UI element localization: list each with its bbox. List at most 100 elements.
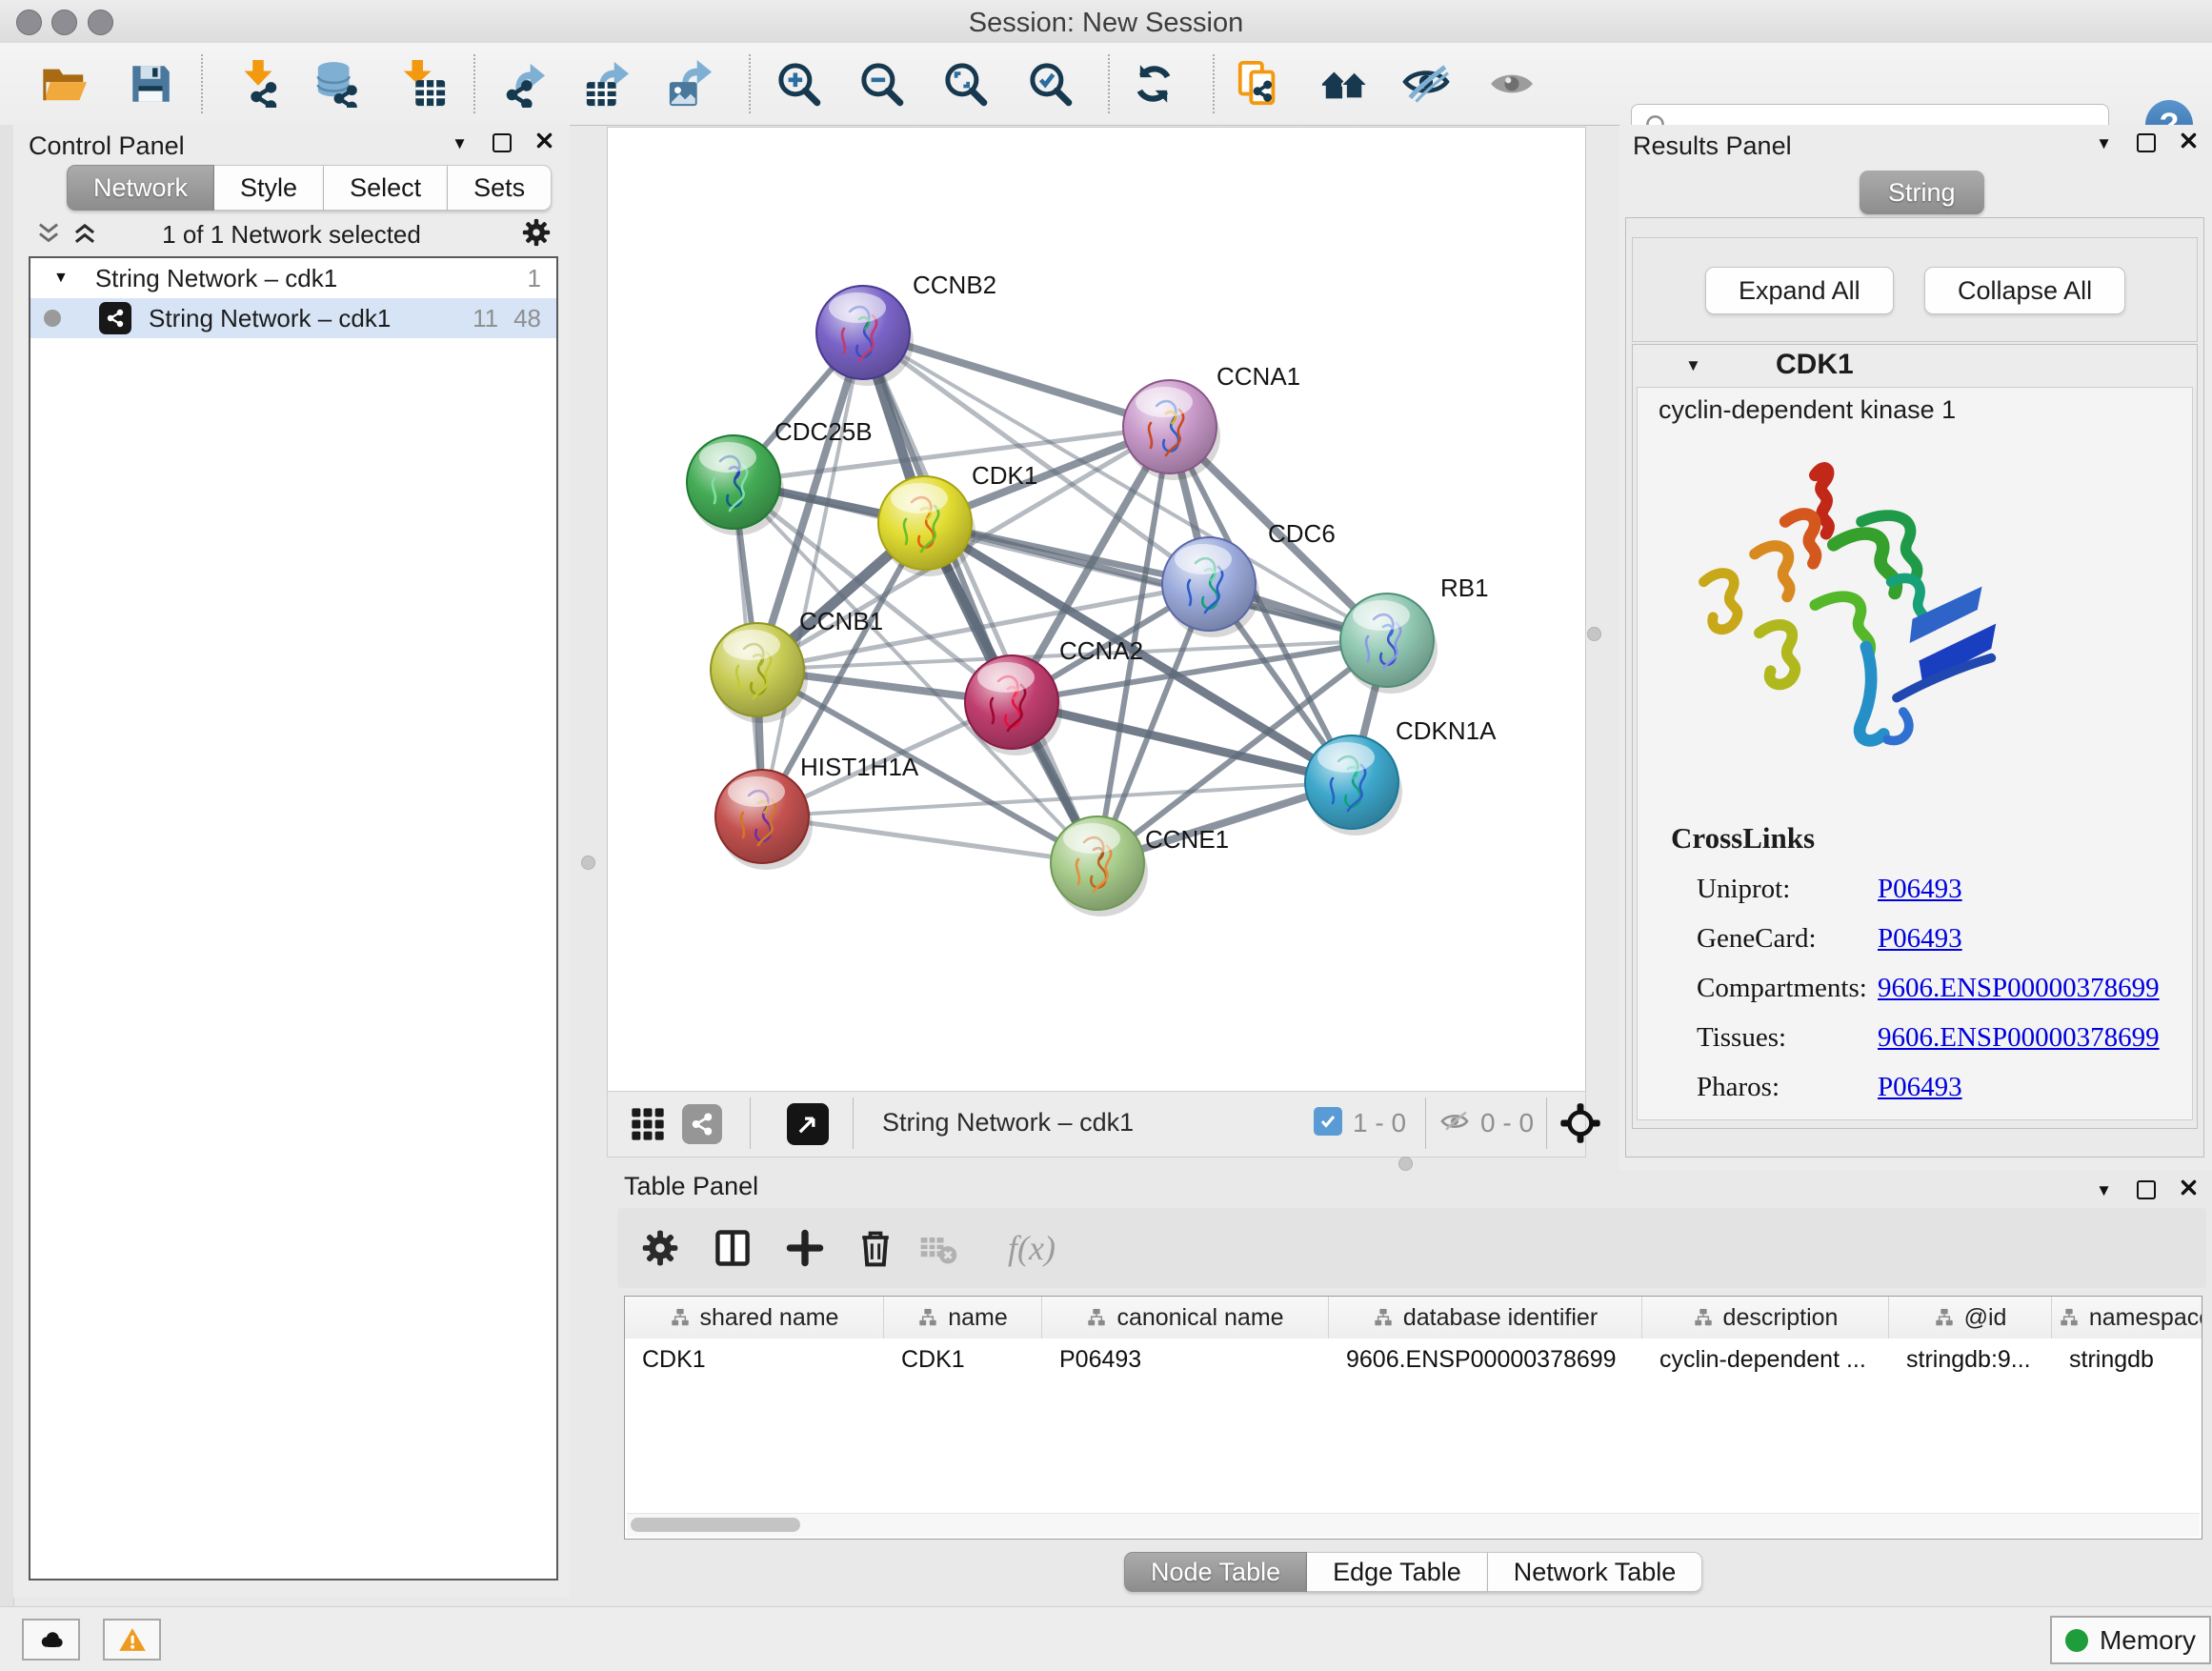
- export-table-icon[interactable]: [581, 58, 633, 110]
- splitter-handle[interactable]: [1587, 627, 1601, 641]
- crosslink-row: Tissues:9606.ENSP00000378699: [1697, 1013, 2173, 1062]
- table-cell[interactable]: CDK1: [884, 1339, 1042, 1380]
- network-row[interactable]: String Network – cdk1 11 48: [30, 298, 556, 338]
- column-header-name[interactable]: name: [884, 1297, 1042, 1339]
- table-cell[interactable]: cyclin-dependent ...: [1642, 1339, 1889, 1380]
- table-cell[interactable]: 9606.ENSP00000378699: [1329, 1339, 1642, 1380]
- section-collapse-icon[interactable]: ▼: [1685, 356, 1701, 375]
- selected-count-checkbox-icon[interactable]: [1314, 1107, 1342, 1136]
- clone-network-icon[interactable]: [1233, 58, 1284, 110]
- tab-edge-table[interactable]: Edge Table: [1307, 1552, 1488, 1592]
- tab-sets[interactable]: Sets: [448, 165, 552, 211]
- fit-selection-crosshair-icon[interactable]: [1558, 1101, 1602, 1150]
- network-edge-CCNB2-CCNE1[interactable]: [863, 332, 1097, 863]
- export-network-icon[interactable]: [497, 58, 549, 110]
- table-cell[interactable]: CDK1: [625, 1339, 884, 1380]
- panel-float-icon[interactable]: [2137, 1180, 2156, 1199]
- panel-close-icon[interactable]: [536, 132, 553, 153]
- panel-menu-icon[interactable]: ▼: [2096, 135, 2112, 151]
- zoom-selected-icon[interactable]: [1024, 58, 1076, 110]
- panel-close-icon[interactable]: [2181, 132, 2197, 153]
- panel-menu-icon[interactable]: ▼: [2096, 1182, 2112, 1198]
- zoom-out-icon[interactable]: [855, 58, 907, 110]
- memory-label: Memory: [2100, 1625, 2196, 1656]
- tab-node-table[interactable]: Node Table: [1124, 1552, 1307, 1592]
- network-node-CCNE1[interactable]: [1051, 816, 1148, 916]
- zoom-fit-icon[interactable]: [939, 58, 991, 110]
- network-node-CDK1[interactable]: [878, 476, 975, 576]
- results-panel-title: Results Panel: [1633, 131, 1792, 161]
- import-table-icon[interactable]: [397, 58, 449, 110]
- crosslink-genecard--link[interactable]: P06493: [1878, 923, 1962, 955]
- cloud-status-button[interactable]: [22, 1619, 80, 1661]
- zoom-in-icon[interactable]: [773, 58, 824, 110]
- hide-selected-icon[interactable]: [1400, 58, 1452, 110]
- apply-layout-icon[interactable]: [1128, 58, 1179, 110]
- column-header-database-identifier[interactable]: database identifier: [1329, 1297, 1642, 1339]
- panel-menu-icon[interactable]: ▼: [452, 135, 468, 151]
- network-options-gear-icon[interactable]: [520, 216, 553, 249]
- column-header-namespace[interactable]: namespace: [2052, 1297, 2202, 1339]
- network-node-CDC25B[interactable]: [687, 435, 784, 535]
- memory-button[interactable]: Memory: [2050, 1616, 2211, 1664]
- import-network-database-icon[interactable]: [312, 58, 363, 110]
- tab-select[interactable]: Select: [324, 165, 448, 211]
- crosslink-pharos--link[interactable]: P06493: [1878, 1072, 1962, 1103]
- import-network-file-icon[interactable]: [232, 58, 284, 110]
- crosslink-tissues--link[interactable]: 9606.ENSP00000378699: [1878, 1022, 2160, 1054]
- grid-view-icon[interactable]: [629, 1105, 667, 1148]
- bar-separator: [1425, 1097, 1426, 1149]
- show-all-icon[interactable]: [1486, 58, 1538, 110]
- network-node-CCNA1[interactable]: [1123, 380, 1220, 480]
- table-settings-gear-icon[interactable]: [636, 1224, 684, 1272]
- table-horizontal-scrollbar[interactable]: [627, 1513, 2200, 1537]
- tab-string[interactable]: String: [1860, 171, 1984, 214]
- first-neighbors-icon[interactable]: [1318, 58, 1370, 110]
- export-image-icon[interactable]: [664, 58, 715, 110]
- panel-close-icon[interactable]: [2181, 1179, 2197, 1200]
- tab-style[interactable]: Style: [214, 165, 324, 211]
- tab-network[interactable]: Network: [67, 165, 214, 211]
- hidden-nodes-edges-count: 0 - 0: [1480, 1108, 1534, 1138]
- panel-float-icon[interactable]: [2137, 133, 2156, 152]
- network-collection-row[interactable]: ▼ String Network – cdk1 1: [30, 258, 556, 298]
- tree-expander-icon[interactable]: ▼: [53, 270, 69, 287]
- table-cell[interactable]: stringdb:9...: [1889, 1339, 2052, 1380]
- collapse-all-button[interactable]: Collapse All: [1924, 267, 2125, 314]
- network-node-CDKN1A[interactable]: [1305, 735, 1402, 836]
- table-row[interactable]: CDK1CDK1P064939606.ENSP00000378699cyclin…: [625, 1339, 2202, 1380]
- splitter-handle[interactable]: [581, 856, 595, 870]
- scrollbar-thumb[interactable]: [631, 1518, 800, 1532]
- panel-float-icon[interactable]: [493, 133, 512, 152]
- expand-all-button[interactable]: Expand All: [1705, 267, 1894, 314]
- network-node-RB1[interactable]: [1340, 594, 1438, 694]
- column-header-canonical-name[interactable]: canonical name: [1042, 1297, 1329, 1339]
- bar-separator: [750, 1097, 751, 1149]
- delete-column-trash-icon[interactable]: [852, 1224, 899, 1272]
- window-title: Session: New Session: [0, 8, 2212, 39]
- warning-status-button[interactable]: [103, 1619, 161, 1661]
- show-columns-icon[interactable]: [709, 1224, 756, 1272]
- network-node-CDC6[interactable]: [1162, 537, 1259, 637]
- save-session-icon[interactable]: [125, 58, 176, 110]
- network-view-canvas[interactable]: CCNB2CCNA1CDC25BCDK1CDC6RB1CCNB1CCNA2CDK…: [607, 127, 1586, 1093]
- birds-eye-view-icon[interactable]: [787, 1103, 829, 1145]
- crosslink-uniprot--link[interactable]: P06493: [1878, 874, 1962, 905]
- crosslink-compartments--link[interactable]: 9606.ENSP00000378699: [1878, 973, 2160, 1004]
- table-cell[interactable]: stringdb: [2052, 1339, 2202, 1380]
- create-column-plus-icon[interactable]: [781, 1224, 829, 1272]
- gene-section-header[interactable]: ▼ CDK1: [1633, 345, 2197, 387]
- network-node-HIST1H1A[interactable]: [715, 770, 813, 870]
- splitter-handle[interactable]: [1398, 1157, 1413, 1171]
- column-header-shared-name[interactable]: shared name: [625, 1297, 884, 1339]
- node-table: shared namenamecanonical namedatabase id…: [624, 1296, 2202, 1540]
- table-cell[interactable]: P06493: [1042, 1339, 1329, 1380]
- gene-description: cyclin-dependent kinase 1: [1659, 395, 1956, 425]
- column-header-description[interactable]: description: [1642, 1297, 1889, 1339]
- open-session-icon[interactable]: [39, 58, 90, 110]
- network-share-view-icon[interactable]: [682, 1104, 722, 1144]
- node-label-CCNA2: CCNA2: [1059, 636, 1143, 665]
- column-header--id[interactable]: @id: [1889, 1297, 2052, 1339]
- tab-network-table[interactable]: Network Table: [1488, 1552, 1703, 1592]
- string-results-body: Expand All Collapse All ▼ CDK1 cyclin-de…: [1625, 217, 2204, 1158]
